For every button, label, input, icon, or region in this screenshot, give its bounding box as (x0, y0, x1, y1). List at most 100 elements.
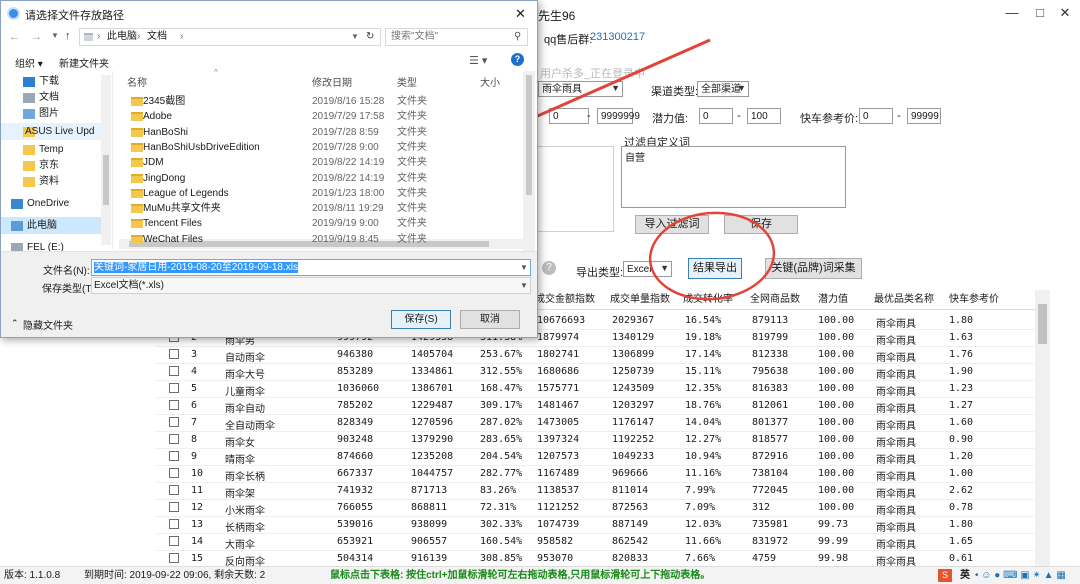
file-date: 2019/7/29 17:58 (312, 111, 385, 123)
nav-item[interactable]: OneDrive (1, 195, 101, 212)
folder-icon (131, 112, 143, 122)
file-date: 2019/7/28 9:00 (312, 141, 379, 153)
filename-chevron-icon[interactable]: ▼ (520, 260, 528, 275)
file-name: Adobe (143, 111, 172, 123)
breadcrumb-sep-icon: › (97, 31, 101, 42)
address-chevron-down-icon[interactable]: ▼ (351, 29, 359, 45)
file-type: 文件夹 (397, 203, 427, 215)
navigation-pane[interactable]: 下载 文档 图片 ASUS Live Upd Temp 京东 资料 OneDrive 此电脑 FE… (1, 71, 113, 253)
back-icon[interactable]: ← (9, 31, 20, 43)
file-type: 文件夹 (397, 96, 427, 107)
file-date: 2019/8/22 14:19 (312, 157, 385, 169)
savetype-select[interactable]: Excel文档(*.xls) ▼ (91, 277, 531, 294)
this-pc-icon (11, 221, 23, 231)
up-icon[interactable]: ↑ (65, 30, 71, 42)
file-name: 2345截图 (143, 96, 186, 107)
breadcrumb-this-pc[interactable]: 此电脑 (107, 29, 137, 45)
search-placeholder: 搜索"文档" (391, 31, 439, 42)
hide-folders-chevron-icon[interactable]: ⌃ (11, 318, 19, 329)
filename-input[interactable]: 关键词-家居日用-2019-08-20至2019-09-18.xls ▼ (91, 259, 531, 276)
file-row[interactable]: WeChat Files 2019/9/19 8:45 文件夹 (119, 232, 524, 247)
nav-item-label: 图片 (39, 108, 59, 119)
folder-icon (131, 97, 143, 106)
col-header-size[interactable]: 大小 (480, 74, 500, 89)
file-type: 文件夹 (397, 111, 427, 123)
nav-item[interactable]: 图片 (1, 105, 101, 122)
nav-scrollbar-thumb[interactable] (103, 155, 109, 205)
savetype-label: 保存类型(T): (42, 284, 98, 295)
nav-scrollbar[interactable] (101, 75, 111, 245)
folder-icon (131, 173, 143, 183)
dialog-title: 请选择文件存放路径 (25, 10, 124, 22)
file-scrollbar-thumb[interactable] (526, 75, 532, 195)
folder-icon (23, 161, 35, 171)
file-list-scrollbar[interactable] (523, 71, 535, 251)
folder-icon (23, 145, 35, 155)
folder-icon (131, 188, 143, 198)
file-row[interactable]: League of Legends 2019/1/23 18:00 文件夹 (119, 186, 524, 201)
file-type: 文件夹 (397, 218, 427, 230)
nav-item-label: ASUS Live Upd (25, 126, 95, 137)
help-icon[interactable]: ? (511, 53, 524, 66)
file-name: JDM (143, 157, 164, 169)
file-date: 2019/8/22 14:19 (312, 172, 385, 184)
view-options-icon[interactable]: ☰ ▾ (469, 54, 487, 67)
nav-item[interactable]: ASUS Live Upd (1, 123, 101, 140)
refresh-icon[interactable]: ↻ (366, 29, 374, 45)
file-date: 2019/8/16 15:28 (312, 96, 385, 107)
file-row[interactable]: HanBoShi 2019/7/28 8:59 文件夹 (119, 125, 524, 140)
file-row[interactable]: JDM 2019/8/22 14:19 文件夹 (119, 155, 524, 170)
file-date: 2019/7/28 8:59 (312, 126, 379, 138)
filename-value: 关键词-家居日用-2019-08-20至2019-09-18.xls (94, 262, 298, 273)
file-row[interactable]: Tencent Files 2019/9/19 9:00 文件夹 (119, 216, 524, 231)
save-dialog: 请选择文件存放路径 ✕ ← → ▼ ↑ › 此电脑 › 文档 › ▼ ↻ 搜索"… (0, 0, 538, 338)
file-name: League of Legends (143, 187, 229, 199)
file-row[interactable]: MuMu共享文件夹 2019/8/11 19:29 文件夹 (119, 201, 524, 216)
cancel-button[interactable]: 取消 (460, 310, 520, 329)
breadcrumb-sep-icon: › (137, 31, 141, 42)
file-type: 文件夹 (397, 187, 427, 199)
file-type: 文件夹 (397, 233, 427, 245)
file-row[interactable]: HanBoShiUsbDriveEdition 2019/7/28 9:00 文件夹 (119, 140, 524, 155)
hide-folders-toggle[interactable]: 隐藏文件夹 (23, 317, 73, 332)
forward-icon[interactable]: → (31, 31, 42, 43)
dialog-titlebar: 请选择文件存放路径 ✕ (1, 1, 537, 27)
file-name: HanBoShiUsbDriveEdition (143, 141, 260, 153)
nav-item[interactable]: 京东 (1, 157, 101, 174)
new-folder-button[interactable]: 新建文件夹 (59, 55, 109, 70)
nav-item[interactable]: 此电脑 (1, 217, 101, 234)
address-bar[interactable]: › 此电脑 › 文档 › ▼ ↻ (79, 28, 381, 46)
save-button[interactable]: 保存(S) (391, 310, 451, 329)
pictures-icon (23, 109, 35, 119)
breadcrumb-documents[interactable]: 文档 (147, 29, 167, 45)
computer-icon (84, 33, 93, 41)
file-row[interactable]: Adobe 2019/7/29 17:58 文件夹 (119, 109, 524, 124)
annotation-circle (648, 211, 776, 301)
file-name: WeChat Files (143, 233, 203, 245)
app-icon (7, 7, 20, 20)
organize-menu[interactable]: 组织 ▾ (15, 55, 43, 70)
nav-item[interactable]: 文档 (1, 89, 101, 106)
file-name: HanBoShi (143, 126, 189, 138)
file-date: 2019/8/11 19:29 (312, 203, 384, 215)
file-row[interactable]: 2345截图 2019/8/16 15:28 文件夹 (119, 94, 524, 109)
nav-item-label: 京东 (39, 160, 59, 171)
folder-icon (131, 158, 143, 168)
nav-item-label: 下载 (39, 76, 59, 87)
nav-item[interactable]: 下载 (1, 73, 101, 90)
nav-item[interactable]: 资料 (1, 173, 101, 190)
col-header-type[interactable]: 类型 (397, 74, 417, 89)
file-row[interactable]: JingDong 2019/8/22 14:19 文件夹 (119, 171, 524, 186)
file-type: 文件夹 (397, 126, 427, 138)
col-header-date[interactable]: 修改日期 (312, 74, 352, 89)
folder-icon (23, 177, 35, 187)
file-name: Tencent Files (143, 218, 202, 230)
file-name: MuMu共享文件夹 (143, 203, 221, 215)
file-name: JingDong (143, 172, 186, 184)
file-date: 2019/1/23 18:00 (312, 187, 385, 199)
col-header-name[interactable]: 名称 (127, 74, 147, 89)
nav-item[interactable]: Temp (1, 141, 101, 158)
search-input[interactable]: 搜索"文档" ⚲ (385, 28, 528, 46)
recent-chevron-icon[interactable]: ▼ (51, 31, 59, 40)
dialog-close-icon[interactable]: ✕ (515, 6, 526, 22)
